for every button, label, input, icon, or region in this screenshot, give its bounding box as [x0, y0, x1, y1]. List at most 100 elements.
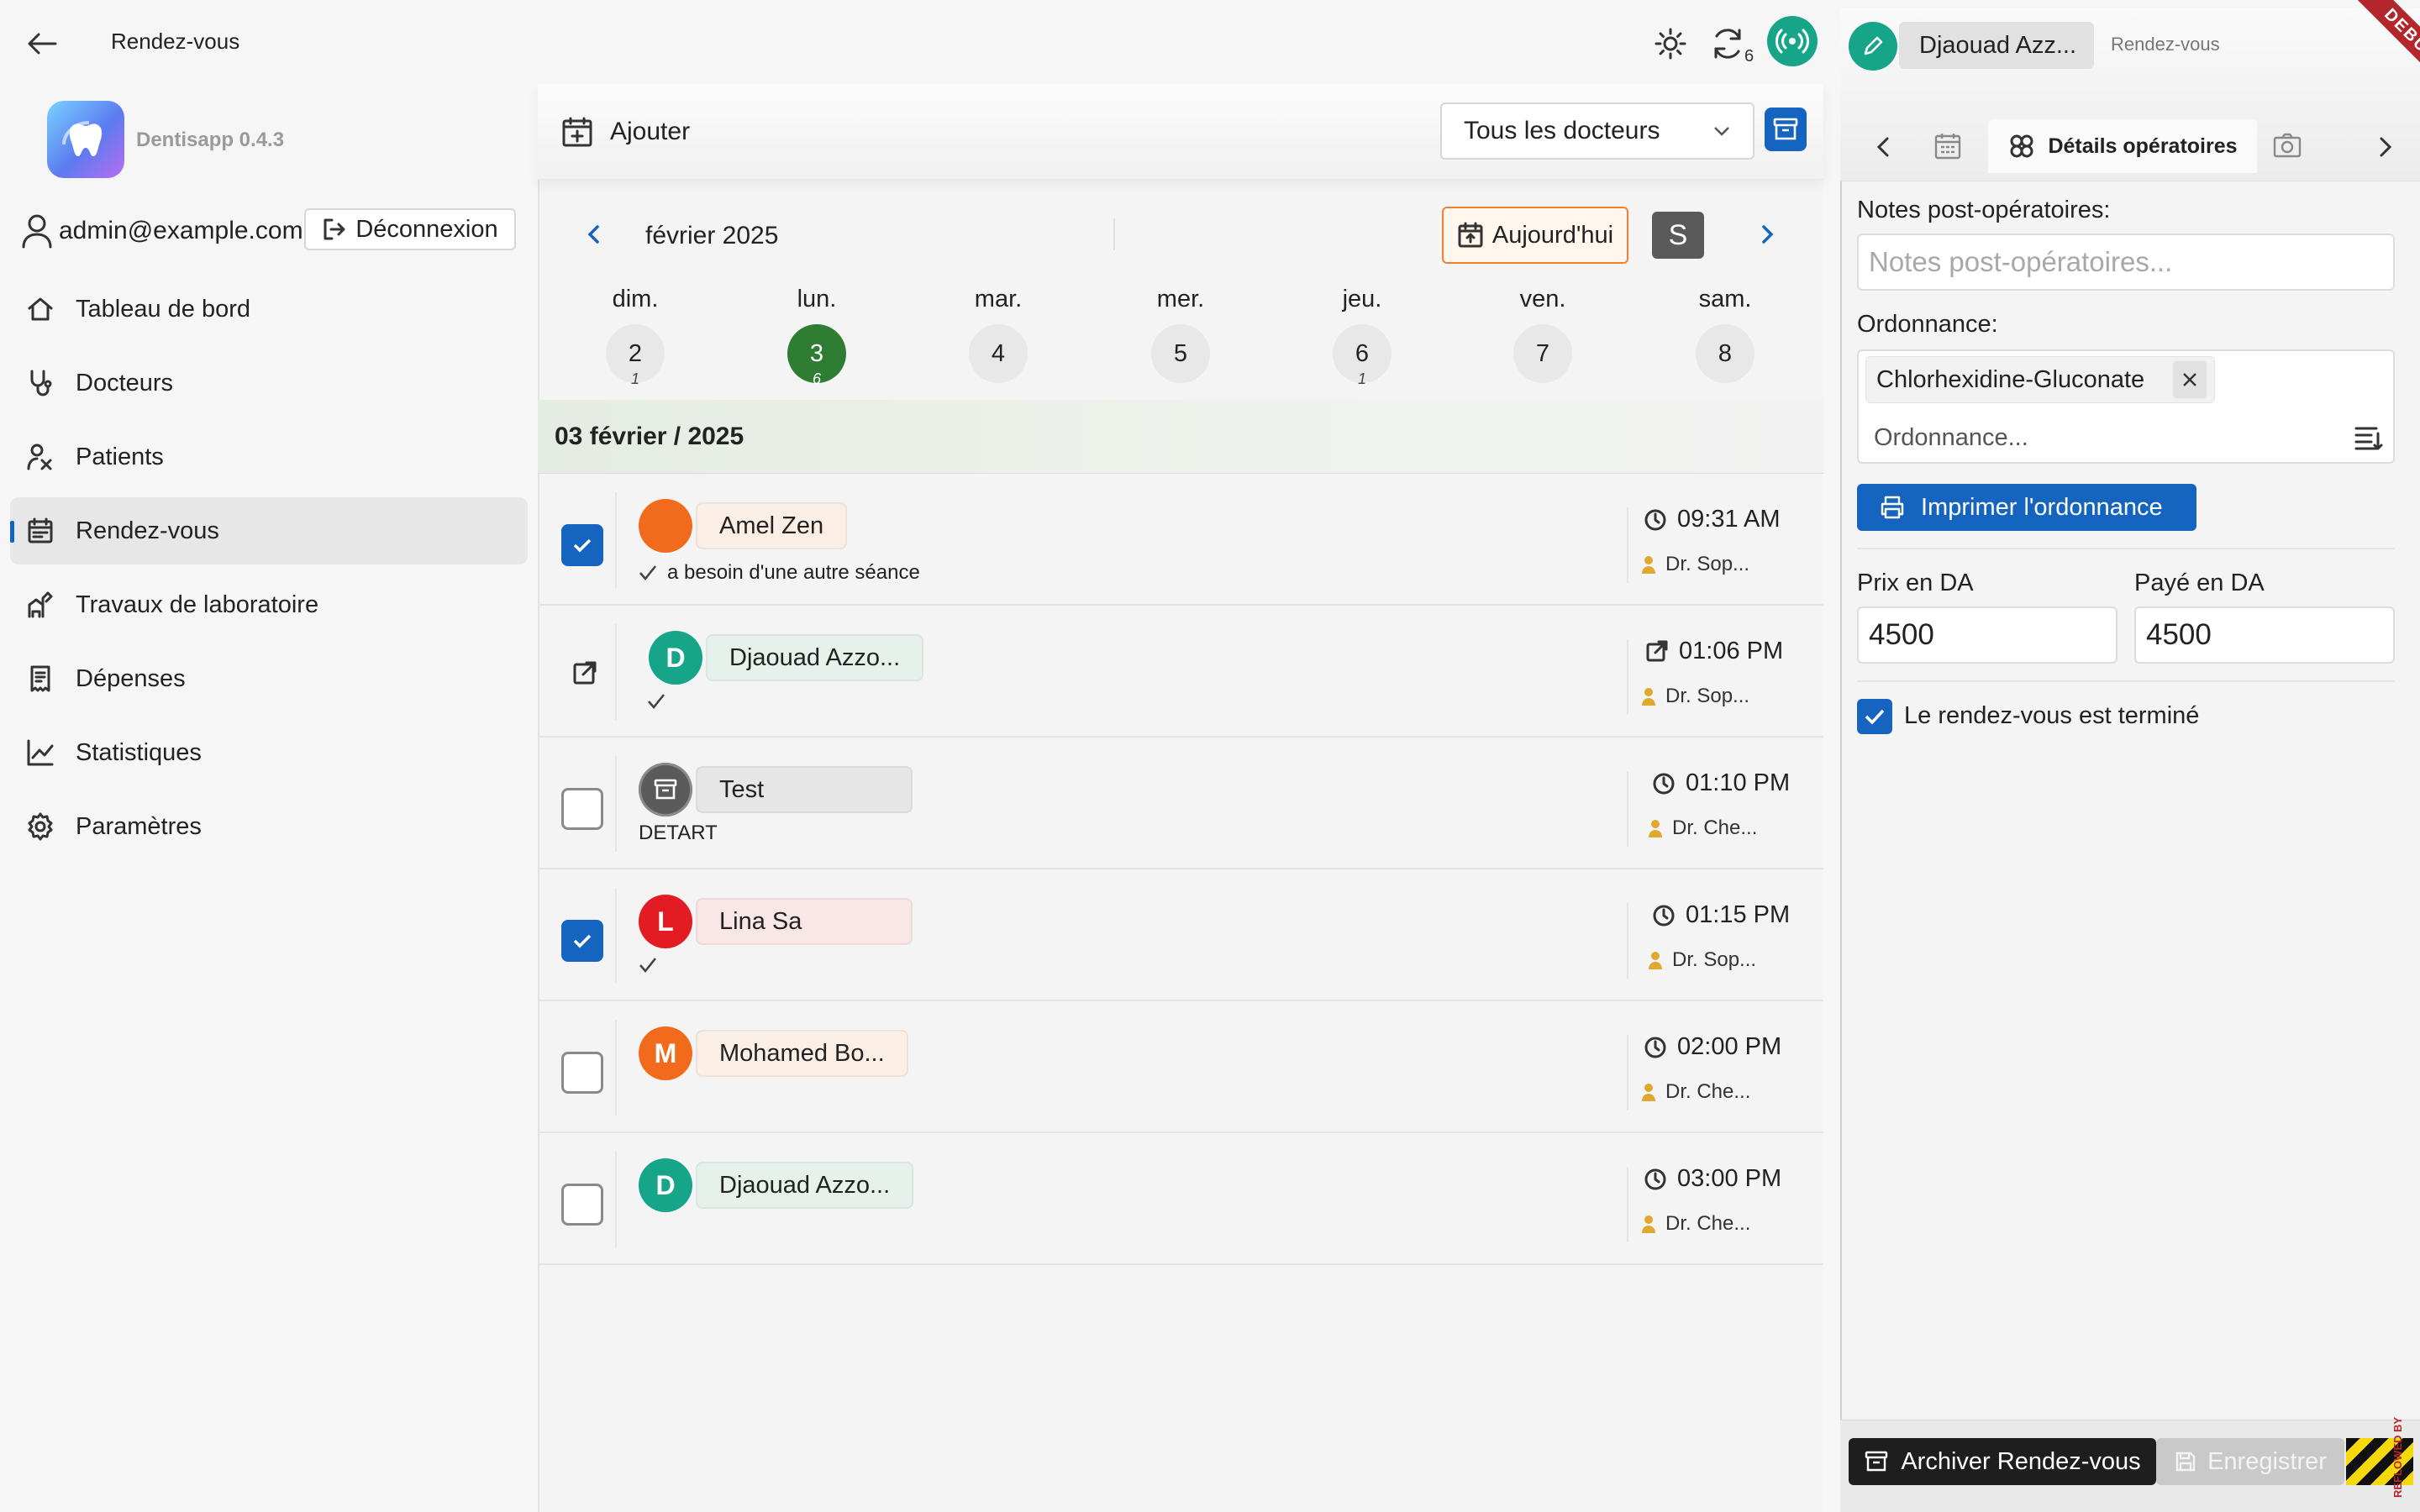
day-column[interactable]: lun. 36: [766, 286, 867, 395]
receipt-icon: [30, 665, 50, 692]
appointment-doctor: Dr. Che...: [1640, 1080, 1750, 1104]
day-column[interactable]: dim. 21: [585, 286, 686, 395]
day-column[interactable]: jeu. 61: [1312, 286, 1413, 395]
sidebar-item-settings[interactable]: Paramètres: [10, 793, 528, 860]
notes-label: Notes post-opératoires:: [1857, 197, 2111, 223]
sidebar-item-label: Tableau de bord: [76, 295, 250, 323]
live-status-button[interactable]: [1767, 16, 1818, 66]
sidebar-item-lab-work[interactable]: Travaux de laboratoire: [10, 571, 528, 638]
save-button[interactable]: Enregistrer: [2156, 1438, 2344, 1485]
appointment-row[interactable]: M Mohamed Bo... 02:00 PM Dr. Che...: [538, 1001, 1823, 1133]
appointment-row[interactable]: D Djaouad Azzo... 01:06 PM Dr. Sop...: [538, 606, 1823, 738]
print-prescription-button[interactable]: Imprimer l'ordonnance: [1857, 484, 2196, 531]
app-logo: [47, 101, 124, 178]
appointment-note: [639, 957, 657, 974]
appointment-row[interactable]: Test DETART 01:10 PM Dr. Che...: [538, 738, 1823, 869]
patients-icon: [27, 444, 52, 470]
appointment-checkbox[interactable]: [561, 788, 603, 830]
previous-week-button[interactable]: [581, 220, 605, 249]
appointment-row[interactable]: Amel Zen a besoin d'une autre séance 09:…: [538, 474, 1823, 606]
archive-appointment-button[interactable]: Archiver Rendez-vous: [1849, 1438, 2156, 1485]
day-number: 7: [1513, 324, 1572, 383]
patient-name-chip[interactable]: Amel Zen: [696, 502, 848, 549]
divider: [1627, 1035, 1628, 1110]
add-appointment-button[interactable]: Ajouter: [561, 111, 704, 153]
today-button[interactable]: Aujourd'hui: [1442, 207, 1628, 264]
sidebar-item-expenses[interactable]: Dépenses: [10, 645, 528, 712]
divider: [1627, 1167, 1628, 1242]
day-name: lun.: [797, 286, 837, 312]
patient-name-chip[interactable]: Lina Sa: [696, 898, 913, 945]
broadcast-icon: [1776, 29, 1809, 54]
week-start-button[interactable]: S: [1652, 212, 1704, 259]
detail-prev-tab-button[interactable]: [1870, 133, 1896, 161]
patient-name-chip[interactable]: Mohamed Bo...: [696, 1030, 908, 1077]
sidebar-item-patients[interactable]: Patients: [10, 423, 528, 491]
remove-prescription-button[interactable]: [2173, 361, 2207, 398]
detail-next-tab-button[interactable]: [2373, 133, 2398, 161]
sync-count-badge: 6: [1744, 47, 1754, 66]
tab-photos[interactable]: [2272, 131, 2302, 160]
day-column[interactable]: sam. 8: [1675, 286, 1776, 395]
appointment-row[interactable]: L Lina Sa 01:15 PM Dr. Sop...: [538, 869, 1823, 1001]
patient-name-chip[interactable]: Djaouad Azzo...: [706, 634, 924, 681]
appointment-doctor: Dr. Sop...: [1647, 948, 1756, 972]
appointment-checkbox[interactable]: [561, 920, 603, 962]
post-op-notes-input[interactable]: [1857, 234, 2395, 291]
patient-name-chip[interactable]: Djaouad Azzo...: [696, 1162, 914, 1209]
appointment-time: 01:10 PM: [1652, 769, 1790, 797]
clock-icon: [1644, 509, 1666, 530]
sidebar-item-statistics[interactable]: Statistiques: [10, 719, 528, 786]
detail-patient-name[interactable]: Djaouad Azz...: [1899, 22, 2094, 69]
archive-toggle-button[interactable]: [1765, 108, 1807, 151]
prescription-input[interactable]: [1865, 417, 2336, 459]
appointment-checkbox[interactable]: [561, 1052, 603, 1094]
chevron-right-icon: [2380, 137, 2392, 157]
sidebar-item-appointments[interactable]: Rendez-vous: [10, 497, 528, 564]
day-column[interactable]: mar. 4: [948, 286, 1049, 395]
prescription-chip[interactable]: Chlorhexidine-Gluconate: [1865, 356, 2215, 403]
appointment-time: 02:00 PM: [1644, 1033, 1781, 1061]
day-column[interactable]: ven. 7: [1492, 286, 1593, 395]
doctor-text: Dr. Sop...: [1665, 553, 1750, 575]
divider: [1627, 903, 1628, 979]
next-week-button[interactable]: [1756, 220, 1780, 249]
logout-button[interactable]: Déconnexion: [304, 208, 516, 250]
note-text: a besoin d'une autre séance: [667, 561, 920, 584]
back-button[interactable]: [20, 22, 64, 66]
page-title: Rendez-vous: [111, 29, 240, 54]
patient-name-chip[interactable]: Test: [696, 766, 913, 813]
appointment-done-checkbox[interactable]: [1857, 699, 1892, 734]
tab-operative-details[interactable]: Détails opératoires: [1988, 119, 2257, 173]
appointment-time: 09:31 AM: [1644, 506, 1781, 533]
open-external-icon[interactable]: [571, 659, 598, 686]
calendar-icon: [1934, 134, 1961, 160]
user-email: admin@example.com: [59, 217, 303, 244]
day-number: 8: [1696, 324, 1754, 383]
appointment-checkbox[interactable]: [561, 1184, 603, 1226]
price-input[interactable]: [1857, 606, 2118, 664]
doctor-filter-select[interactable]: Tous les docteurs: [1440, 102, 1754, 160]
clock-icon: [1644, 1168, 1666, 1189]
paid-input[interactable]: [2134, 606, 2395, 664]
appointment-note: a besoin d'une autre séance: [639, 561, 920, 585]
appointment-checkbox[interactable]: [561, 524, 603, 566]
paid-label: Payé en DA: [2134, 570, 2265, 596]
doctor-icon: [1649, 952, 1662, 969]
appointment-row[interactable]: D Djaouad Azzo... 03:00 PM Dr. Che...: [538, 1133, 1823, 1265]
selected-date-header: 03 février / 2025: [538, 400, 1823, 474]
day-name: mar.: [974, 286, 1023, 312]
tab-schedule[interactable]: [1933, 131, 1963, 161]
appointment-note: DETART: [639, 822, 718, 845]
archive-icon: [654, 779, 677, 800]
open-external-icon: [1646, 640, 1668, 661]
edit-button[interactable]: [1849, 22, 1897, 71]
day-column[interactable]: mer. 5: [1130, 286, 1231, 395]
tab-label: Détails opératoires: [2048, 134, 2238, 158]
sidebar-item-doctors[interactable]: Docteurs: [10, 349, 528, 417]
prescription-label: Ordonnance:: [1857, 311, 1998, 338]
divider: [615, 1152, 617, 1247]
prescription-list-icon[interactable]: [2353, 422, 2386, 455]
theme-toggle-button[interactable]: [1649, 22, 1692, 66]
sidebar-item-dashboard[interactable]: Tableau de bord: [10, 276, 528, 343]
